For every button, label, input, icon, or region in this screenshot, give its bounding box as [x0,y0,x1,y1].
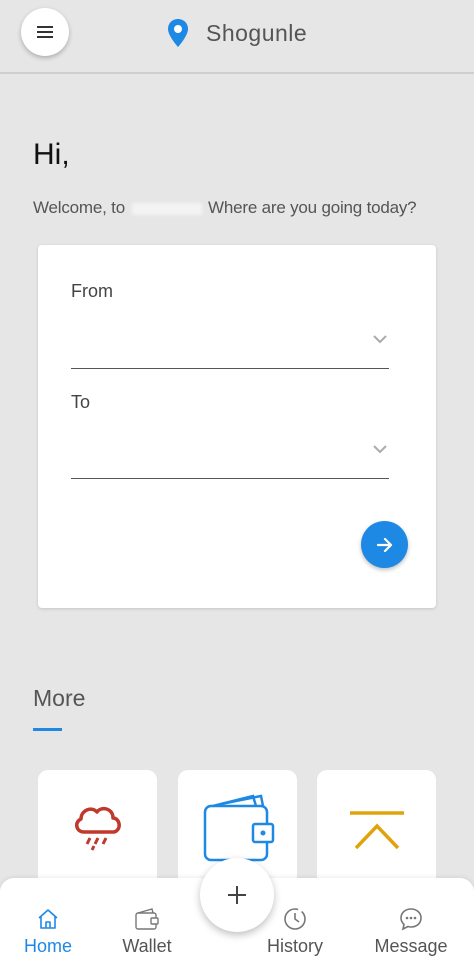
weather-rain-icon [74,806,121,851]
arrow-right-icon [376,537,392,552]
wallet-icon [203,794,274,862]
header-brand: Shogunle [166,16,307,50]
to-field[interactable] [71,478,389,479]
chevron-up-icon [349,811,404,850]
app-title: Shogunle [206,19,308,46]
nav-message-label: Message [374,936,448,956]
nav-wallet-label: Wallet [122,936,172,956]
nav-home-label: Home [23,936,72,956]
add-button[interactable] [200,858,274,932]
welcome-text: Welcome, to Where are you going today? [33,198,417,218]
weather-tile[interactable] [38,770,157,890]
nav-message[interactable]: Message [366,906,456,957]
plus-icon [228,886,246,904]
wallet-icon [135,908,159,930]
from-label: From [71,281,113,301]
menu-button[interactable] [21,8,69,56]
more-underline [33,728,62,731]
hamburger-menu-icon [37,26,53,38]
home-icon [38,909,58,929]
chevron-down-icon[interactable] [372,441,388,457]
to-label: To [71,392,91,412]
chat-icon [400,908,422,931]
welcome-suffix: Where are you going today? [208,198,417,217]
collapse-tile[interactable] [317,770,436,890]
nav-history-label: History [266,936,323,956]
submit-route-button[interactable] [361,521,408,568]
redacted-name [131,202,202,215]
route-card: From To [38,245,436,608]
from-field[interactable] [71,368,389,369]
more-heading: More [33,685,86,711]
greeting-heading: Hi, [33,138,70,171]
app-header: Shogunle [0,0,474,74]
nav-home[interactable]: Home [3,906,93,957]
welcome-prefix: Welcome, to [33,198,125,217]
nav-wallet[interactable]: Wallet [102,906,192,957]
clock-icon [284,908,306,930]
chevron-down-icon[interactable] [372,331,388,347]
location-pin-icon [168,19,188,47]
